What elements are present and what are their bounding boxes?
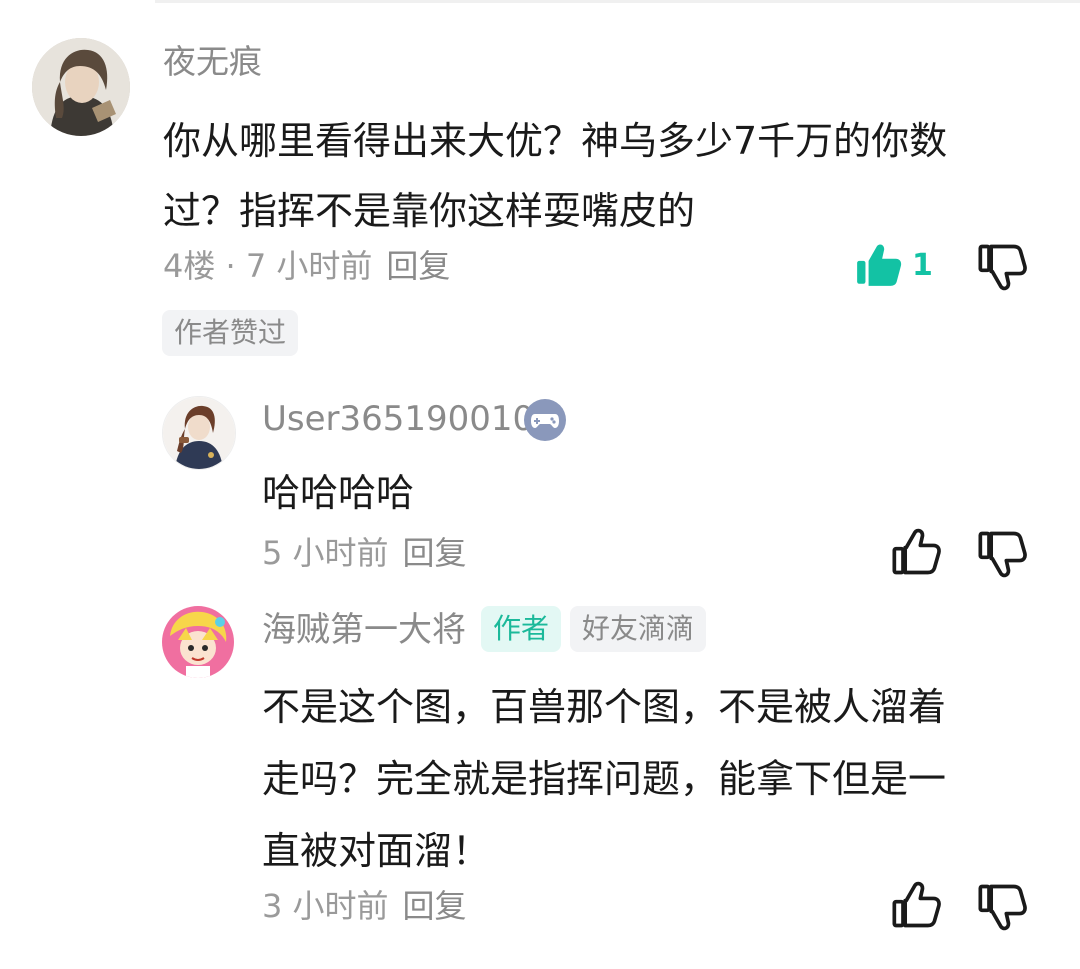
reply-line: 走吗？完全就是指挥问题，能拿下但是一 <box>262 757 947 801</box>
reply-button[interactable]: 回复 <box>386 247 450 285</box>
comment-line: 你从哪里看得出来大优？神乌多少7千万的你数 <box>163 119 948 163</box>
reply-line: 哈哈哈哈 <box>262 471 415 515</box>
avatar[interactable] <box>32 38 130 136</box>
friend-tag: 好友滴滴 <box>570 606 707 652</box>
author-liked-tag: 作者赞过 <box>162 310 299 356</box>
thumbs-up-filled-icon <box>857 244 902 286</box>
top-divider <box>155 0 1080 3</box>
gamepad-icon <box>531 414 559 428</box>
reply-meta: 3 小时前 回复 <box>262 884 467 928</box>
reply-time: 5 小时前 <box>262 534 389 572</box>
dislike-button[interactable] <box>976 240 1028 292</box>
like-button[interactable] <box>890 880 942 932</box>
comment-meta: 4楼 · 7 小时前 回复 <box>163 244 450 288</box>
reply-line: 直被对面溜！ <box>262 829 491 873</box>
like-count: 1 <box>912 248 933 283</box>
comment-floor-time: 4楼 · 7 小时前 <box>163 247 373 285</box>
avatar-image <box>163 397 235 469</box>
author-tag: 作者 <box>481 606 562 652</box>
avatar[interactable] <box>162 396 236 470</box>
reply-username[interactable]: 海贼第一大将 <box>262 607 466 653</box>
reply-button[interactable]: 回复 <box>403 534 467 572</box>
reply-username[interactable]: User365190010 <box>262 396 534 442</box>
thumbs-down-icon <box>978 244 1027 291</box>
comment-line: 过？指挥不是靠你这样耍嘴皮的 <box>163 189 696 233</box>
dislike-button[interactable] <box>976 880 1028 932</box>
avatar[interactable] <box>162 606 234 678</box>
reply-button[interactable]: 回复 <box>403 887 467 925</box>
comment-content: 你从哪里看得出来大优？神乌多少7千万的你数 过？指挥不是靠你这样耍嘴皮的 <box>163 106 947 246</box>
dislike-button[interactable] <box>976 527 1028 579</box>
like-button[interactable] <box>854 240 904 290</box>
comment-username[interactable]: 夜无痕 <box>163 40 262 84</box>
reply-time: 3 小时前 <box>262 887 389 925</box>
avatar-image <box>162 606 234 678</box>
reply-line: 不是这个图，百兽那个图，不是被人溜着 <box>262 685 947 729</box>
thumbs-down-icon <box>978 531 1027 578</box>
like-button[interactable] <box>890 527 942 579</box>
avatar-image <box>32 38 130 136</box>
gamepad-badge <box>524 399 566 441</box>
reply-content: 哈哈哈哈 <box>262 462 414 524</box>
reply-meta: 5 小时前 回复 <box>262 531 467 575</box>
thumbs-down-icon <box>978 884 1027 931</box>
thumbs-up-icon <box>892 528 941 575</box>
thumbs-up-icon <box>892 881 941 928</box>
reply-content: 不是这个图，百兽那个图，不是被人溜着 走吗？完全就是指挥问题，能拿下但是一 直被… <box>262 671 946 887</box>
